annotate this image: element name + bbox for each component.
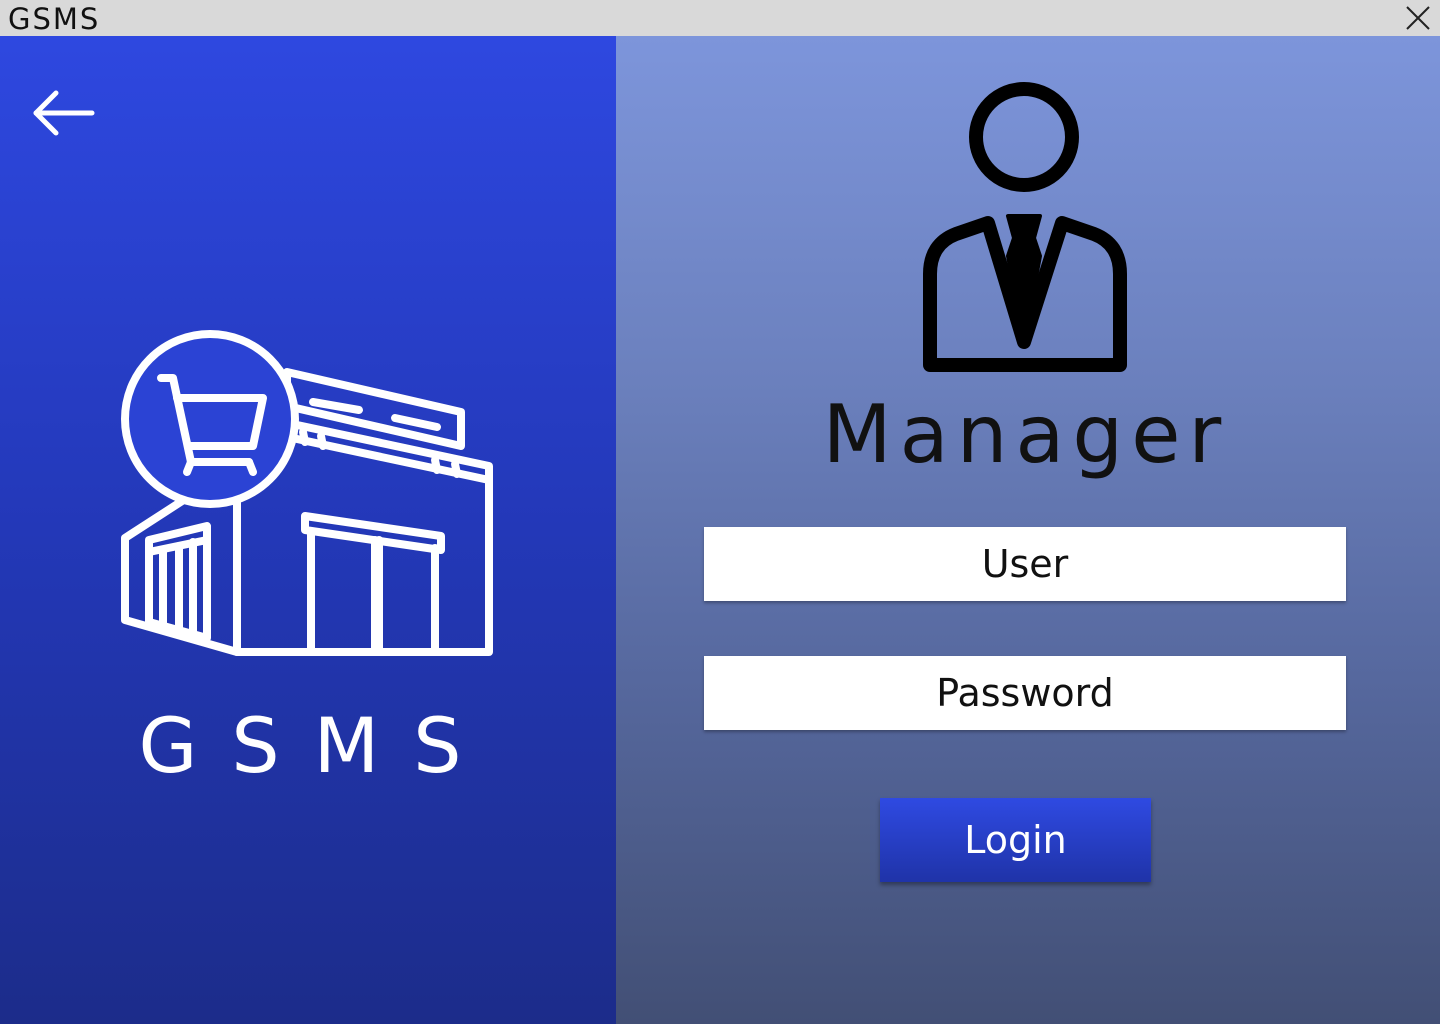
username-field[interactable] [704, 527, 1346, 601]
login-panel: Manager Login [616, 36, 1440, 1024]
arrow-left-icon[interactable] [30, 88, 96, 138]
brand-name: GSMS [138, 701, 496, 790]
store-cart-icon [121, 330, 493, 656]
title-bar: GSMS [0, 0, 1440, 36]
app-window: GSMS GSMS Manager User Login [0, 0, 1440, 1024]
manager-icon [923, 82, 1127, 372]
close-icon[interactable] [1404, 4, 1432, 32]
brand-panel: GSMS [0, 36, 616, 1024]
role-title: Manager [822, 388, 1230, 481]
password-field[interactable] [704, 656, 1346, 730]
window-title: GSMS [8, 2, 101, 36]
login-button[interactable]: Login [880, 798, 1151, 882]
